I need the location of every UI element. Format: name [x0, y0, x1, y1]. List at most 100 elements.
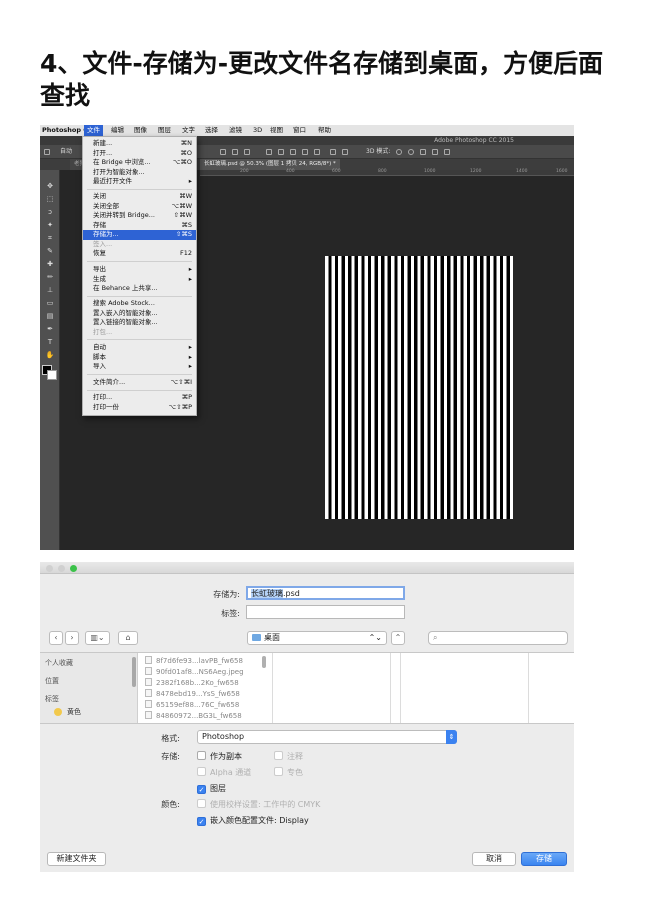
align-icon[interactable]	[244, 149, 250, 155]
new-folder-button[interactable]: 新建文件夹	[47, 852, 106, 866]
eyedropper-icon[interactable]: ✎	[45, 247, 55, 255]
back-button[interactable]: ‹	[49, 631, 63, 645]
yellow-tag-icon	[54, 708, 62, 716]
crop-tool-icon[interactable]: ⌗	[45, 234, 55, 242]
alpha-channels-checkbox: Alpha 通道	[197, 767, 251, 778]
distribute-icon[interactable]	[290, 149, 296, 155]
menu-item-recent-files[interactable]: 最近打开文件 ▸	[83, 177, 196, 187]
search-icon: ⌕	[433, 633, 438, 642]
location-popup[interactable]: 桌面 ⌃⌄	[247, 631, 387, 645]
menu-item-file-info[interactable]: 文件简介... ⌥⇧⌘I	[83, 378, 196, 388]
3d-mode-label: 3D 模式:	[366, 148, 391, 155]
hand-tool-icon[interactable]: ✋	[45, 351, 55, 359]
gradient-tool-icon[interactable]: ▤	[45, 312, 55, 320]
distribute-icon[interactable]	[342, 149, 348, 155]
save-button[interactable]: 存储	[521, 852, 567, 866]
as-copy-checkbox[interactable]: 作为副本	[197, 751, 242, 762]
menu-3d[interactable]: 3D	[250, 125, 265, 136]
tags-input[interactable]	[246, 605, 405, 619]
menu-item-print-one[interactable]: 打印一份 ⌥⇧⌘P	[83, 403, 196, 413]
move-tool-icon[interactable]	[44, 149, 50, 155]
menu-window[interactable]: 窗口	[290, 125, 309, 136]
close-window-icon[interactable]	[46, 565, 53, 572]
background-color-swatch[interactable]	[47, 370, 57, 380]
menu-item-save-as[interactable]: 存储为... ⇧⌘S	[83, 230, 196, 240]
menu-help[interactable]: 帮助	[315, 125, 334, 136]
embed-profile-checkbox[interactable]: ✓ 嵌入颜色配置文件: Display	[197, 815, 309, 826]
sidebar-tag-yellow[interactable]: 黄色	[67, 707, 81, 717]
menu-edit[interactable]: 编辑	[108, 125, 127, 136]
menu-item-new[interactable]: 新建... ⌘N	[83, 139, 196, 149]
distribute-icon[interactable]	[302, 149, 308, 155]
file-item[interactable]: 65159ef88...76C_fw658	[145, 700, 239, 709]
3d-drag-icon[interactable]	[420, 149, 426, 155]
menu-item-export[interactable]: 导出 ▸	[83, 265, 196, 275]
3d-scale-icon[interactable]	[444, 149, 450, 155]
file-list-scrollbar[interactable]	[262, 656, 266, 668]
eraser-tool-icon[interactable]: ▭	[45, 299, 55, 307]
3d-roll-icon[interactable]	[408, 149, 414, 155]
menu-item-scripts[interactable]: 脚本 ▸	[83, 353, 196, 363]
file-item[interactable]: 90fd01af8...NS6Aeg.jpeg	[145, 667, 244, 676]
menu-image[interactable]: 图像	[131, 125, 150, 136]
menu-select[interactable]: 选择	[202, 125, 221, 136]
3d-slide-icon[interactable]	[432, 149, 438, 155]
menu-item-generate[interactable]: 生成 ▸	[83, 275, 196, 285]
search-input[interactable]: ⌕	[428, 631, 568, 645]
new-folder-icon-button[interactable]: ⌂	[118, 631, 138, 645]
file-item[interactable]: 2382f168b...2Ko_fw658	[145, 678, 239, 687]
menu-filter[interactable]: 滤镜	[226, 125, 245, 136]
menu-item-close-all[interactable]: 关闭全部 ⌥⌘W	[83, 202, 196, 212]
move-tool-icon[interactable]: ✥	[45, 182, 55, 190]
menu-item-share-behance[interactable]: 在 Behance 上共享...	[83, 284, 196, 294]
doc-tab-active[interactable]: 长虹玻璃.psd @ 50.3% (图层 1 拷贝 24, RGB/8*) *	[200, 159, 340, 170]
healing-brush-icon[interactable]: ✚	[45, 260, 55, 268]
file-item[interactable]: 8f7d6fe93...lavPB_fw658	[145, 656, 243, 665]
pen-tool-icon[interactable]: ✒	[45, 325, 55, 333]
menu-item-revert[interactable]: 恢复 F12	[83, 249, 196, 259]
lasso-tool-icon[interactable]: ↄ	[45, 208, 55, 216]
file-item[interactable]: 84860972...BG3L_fw658	[145, 711, 242, 720]
forward-button[interactable]: ›	[65, 631, 79, 645]
distribute-icon[interactable]	[266, 149, 272, 155]
menu-item-close[interactable]: 关闭 ⌘W	[83, 192, 196, 202]
menu-item-search-stock[interactable]: 搜索 Adobe Stock...	[83, 299, 196, 309]
menu-type[interactable]: 文字	[179, 125, 198, 136]
layers-checkbox[interactable]: ✓ 图层	[197, 783, 226, 794]
format-select[interactable]: Photoshop ⇕	[197, 730, 457, 744]
minimize-window-icon[interactable]	[58, 565, 65, 572]
menu-item-save[interactable]: 存储 ⌘S	[83, 221, 196, 231]
filename-input[interactable]: 长虹玻璃.psd	[246, 586, 405, 600]
distribute-icon[interactable]	[330, 149, 336, 155]
menu-layer[interactable]: 图层	[155, 125, 174, 136]
menu-view[interactable]: 视图	[267, 125, 286, 136]
file-item[interactable]: 8478ebd19...YsS_fw658	[145, 689, 240, 698]
menu-item-import[interactable]: 导入 ▸	[83, 362, 196, 372]
expand-button[interactable]: ⌃	[391, 631, 405, 645]
menu-item-browse-bridge[interactable]: 在 Bridge 中浏览... ⌥⌘O	[83, 158, 196, 168]
sidebar-scrollbar[interactable]	[132, 657, 136, 687]
3d-rotate-icon[interactable]	[396, 149, 402, 155]
magic-wand-icon[interactable]: ✦	[45, 221, 55, 229]
menu-item-place-embedded[interactable]: 置入嵌入的智能对象...	[83, 309, 196, 319]
menu-item-open-smart-object[interactable]: 打开为智能对象...	[83, 168, 196, 178]
menu-item-place-linked[interactable]: 置入链接的智能对象...	[83, 318, 196, 328]
text-tool-icon[interactable]: T	[45, 338, 55, 346]
distribute-icon[interactable]	[278, 149, 284, 155]
brush-tool-icon[interactable]: ✏	[45, 273, 55, 281]
distribute-icon[interactable]	[314, 149, 320, 155]
align-icon[interactable]	[220, 149, 226, 155]
marquee-tool-icon[interactable]: ⬚	[45, 195, 55, 203]
menu-file[interactable]: 文件	[84, 125, 103, 136]
align-icon[interactable]	[232, 149, 238, 155]
cancel-button[interactable]: 取消	[472, 852, 516, 866]
stamp-tool-icon[interactable]: ⊥	[45, 286, 55, 294]
menu-item-close-go-bridge[interactable]: 关闭并转到 Bridge... ⇧⌘W	[83, 211, 196, 221]
menu-item-print[interactable]: 打印... ⌘P	[83, 393, 196, 403]
zoom-window-icon[interactable]	[70, 565, 77, 572]
file-browser: 个人收藏 位置 标签 黄色 8f7d6fe93...lavPB_fw658 90…	[40, 652, 574, 724]
menu-item-automate[interactable]: 自动 ▸	[83, 343, 196, 353]
view-mode-button[interactable]: ▥⌄	[85, 631, 110, 645]
menu-item-open[interactable]: 打开... ⌘O	[83, 149, 196, 159]
auto-select-option[interactable]: 自动	[60, 145, 72, 159]
